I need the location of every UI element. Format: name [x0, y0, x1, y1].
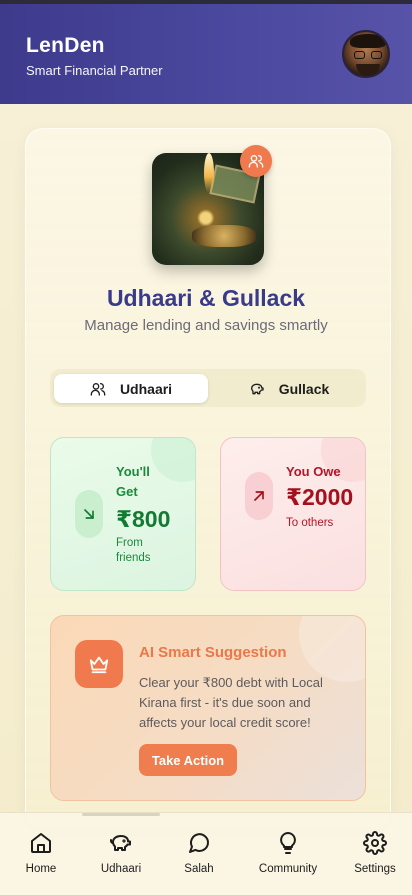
home-icon	[31, 833, 51, 853]
youll-get-card[interactable]: You'll Get ₹800 From friends	[50, 437, 196, 591]
gear-icon	[363, 831, 387, 855]
nav-home-label: Home	[25, 863, 57, 875]
nav-community[interactable]: Community	[247, 831, 329, 875]
tab-gullack[interactable]: Gullack	[216, 374, 362, 403]
users-badge-icon	[240, 145, 272, 177]
youll-get-label: You'll Get	[116, 464, 150, 499]
tab-udhaari-label: Udhaari	[119, 380, 173, 397]
youll-get-amount: ₹800	[116, 506, 171, 532]
ai-suggestion-text: Clear your ₹800 debt with Local Kirana f…	[139, 675, 323, 730]
nav-udhaari-label: Udhaari	[100, 863, 142, 875]
lightbulb-icon	[280, 832, 296, 854]
nav-udhaari[interactable]: Udhaari	[80, 831, 162, 875]
page-title: Udhaari & Gullack	[106, 285, 306, 311]
avatar[interactable]	[342, 30, 390, 78]
piggy-bank-icon	[110, 835, 131, 851]
you-owe-card[interactable]: You Owe ₹2000 To others	[220, 437, 366, 591]
page-tagline: Manage lending and savings smartly	[84, 317, 328, 334]
youll-get-sub: From friends	[116, 537, 151, 564]
tab-bar: Udhaari Gullack	[50, 369, 366, 407]
app-header: LenDen Smart Financial Partner	[0, 4, 412, 104]
crown-icon	[75, 640, 123, 688]
nav-settings-label: Settings	[354, 863, 396, 875]
piggy-bank-icon	[250, 383, 264, 394]
ai-suggestion-title: AI Smart Suggestion	[139, 644, 287, 661]
active-nav-indicator	[82, 813, 160, 816]
you-owe-sub: To others	[286, 517, 334, 529]
you-owe-label: You Owe	[286, 464, 341, 479]
nav-salah-label: Salah	[184, 863, 214, 875]
chat-bubble-icon	[189, 833, 209, 853]
nav-salah[interactable]: Salah	[158, 831, 240, 875]
you-owe-amount: ₹2000	[286, 484, 354, 510]
tab-udhaari[interactable]: Udhaari	[54, 374, 208, 403]
take-action-button[interactable]: Take Action	[139, 744, 237, 776]
nav-settings[interactable]: Settings	[334, 831, 412, 875]
nav-community-label: Community	[258, 863, 318, 875]
tab-gullack-label: Gullack	[278, 380, 330, 397]
arrow-down-right-icon	[75, 490, 103, 538]
ai-suggestion-card: AI Smart Suggestion Clear your ₹800 debt…	[50, 615, 366, 801]
users-icon	[90, 382, 106, 396]
arrow-up-right-icon	[245, 472, 273, 520]
nav-home[interactable]: Home	[0, 831, 82, 875]
bottom-nav: Home Udhaari Salah Community Settings	[0, 812, 412, 895]
